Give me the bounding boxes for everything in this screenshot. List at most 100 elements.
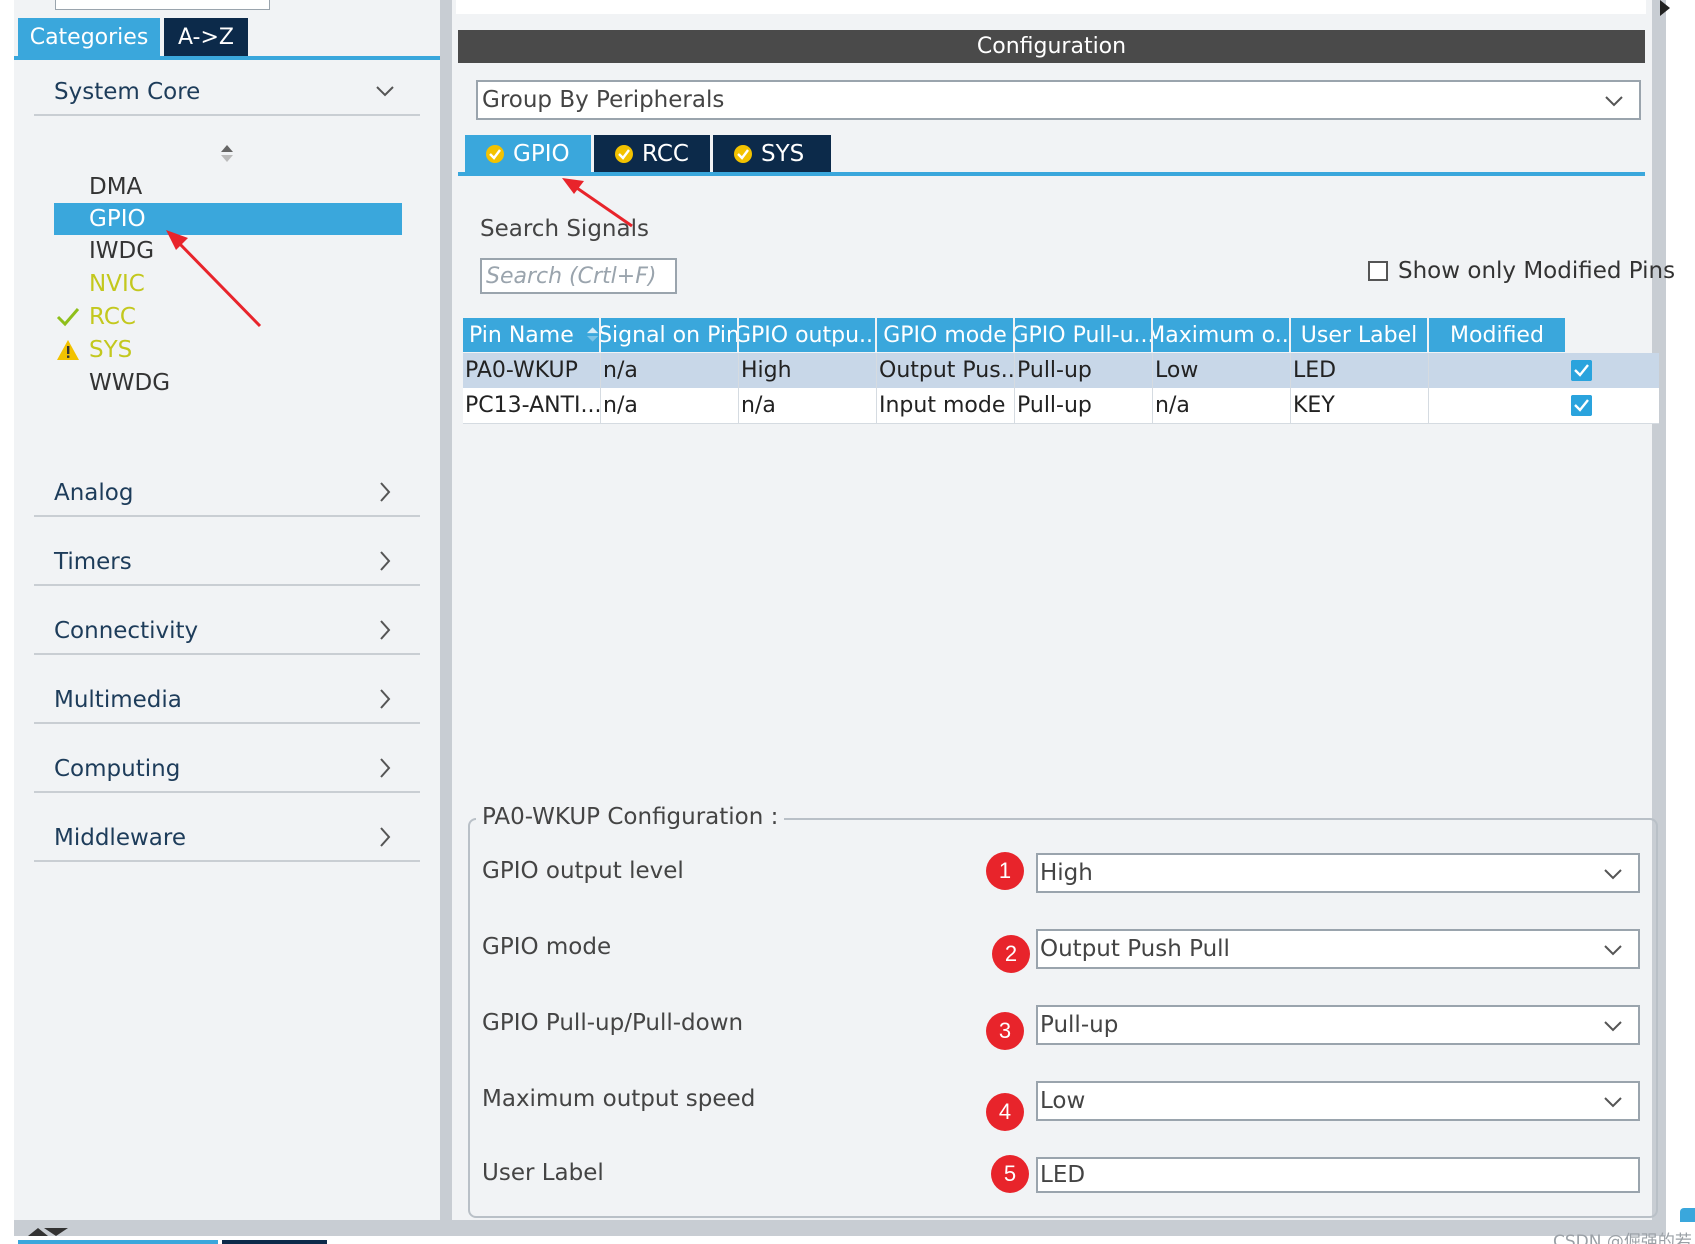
max-speed-select[interactable]: Low xyxy=(1036,1081,1640,1121)
table-row[interactable]: PA0-WKUP n/a High Output Pus... Pull-up … xyxy=(463,353,1659,388)
select-value: Low xyxy=(1040,1088,1086,1114)
category-label: Multimedia xyxy=(54,687,182,713)
field-label-pull: GPIO Pull-up/Pull-down xyxy=(482,1010,744,1036)
table-row[interactable]: PC13-ANTI... n/a n/a Input mode Pull-up … xyxy=(463,388,1659,423)
chevron-right-icon xyxy=(380,620,391,640)
corner-tab[interactable] xyxy=(1680,1208,1695,1222)
chevron-down-icon xyxy=(1604,945,1622,956)
bottom-tab[interactable] xyxy=(222,1240,327,1244)
core-item-dma[interactable]: DMA xyxy=(54,171,402,203)
check-icon xyxy=(56,308,80,327)
pull-select[interactable]: Pull-up xyxy=(1036,1005,1640,1045)
column-maximum-output[interactable]: Maximum o... xyxy=(1153,318,1289,352)
column-label: GPIO Pull-u... xyxy=(1015,322,1151,348)
column-label: Pin Name xyxy=(469,322,574,348)
bottom-scroll-bar[interactable] xyxy=(14,1220,1666,1236)
chevron-right-icon xyxy=(380,551,391,571)
user-label-input[interactable]: LED xyxy=(1036,1157,1640,1193)
core-item-label: WWDG xyxy=(89,370,171,396)
tab-categories[interactable]: Categories xyxy=(18,18,160,56)
tab-categories-label: Categories xyxy=(29,24,149,50)
core-item-nvic[interactable]: NVIC xyxy=(54,268,402,300)
core-item-rcc[interactable]: RCC xyxy=(54,301,402,333)
pin-configuration-legend: PA0-WKUP Configuration : xyxy=(476,804,785,830)
column-modified[interactable]: Modified xyxy=(1429,318,1565,352)
chevron-down-icon xyxy=(376,86,394,97)
column-gpio-mode[interactable]: GPIO mode xyxy=(877,318,1013,352)
category-label: Analog xyxy=(54,480,134,506)
column-user-label[interactable]: User Label xyxy=(1291,318,1427,352)
category-label: Computing xyxy=(54,756,181,782)
annotation-badge: 1 xyxy=(986,852,1024,890)
category-label: Connectivity xyxy=(54,618,199,644)
column-signal-on-pin[interactable]: Signal on Pin xyxy=(601,318,737,352)
core-item-sys[interactable]: SYS xyxy=(54,334,402,366)
sort-icon[interactable] xyxy=(218,143,236,165)
tabbar-underline xyxy=(14,56,440,60)
core-item-label: IWDG xyxy=(89,238,155,264)
chevron-down-icon xyxy=(1604,1097,1622,1108)
chevron-right-icon xyxy=(380,758,391,778)
chevron-right-icon xyxy=(380,482,391,502)
chevron-down-icon xyxy=(1605,96,1623,107)
category-connectivity[interactable]: Connectivity xyxy=(34,609,420,655)
field-label-gpio-mode: GPIO mode xyxy=(482,934,612,960)
search-signals-label: Search Signals xyxy=(480,216,649,242)
field-label-max-speed: Maximum output speed xyxy=(482,1086,756,1112)
category-system-core[interactable]: System Core xyxy=(34,70,420,116)
core-item-iwdg[interactable]: IWDG xyxy=(54,235,402,267)
cell-user-label: LED xyxy=(1291,353,1429,388)
tab-sys[interactable]: SYS xyxy=(713,135,831,173)
annotation-badge: 4 xyxy=(986,1093,1024,1131)
field-label-output-level: GPIO output level xyxy=(482,858,684,884)
watermark: CSDN @倔强的若 xyxy=(1553,1232,1692,1244)
column-gpio-output[interactable]: GPIO outpu... xyxy=(739,318,875,352)
show-modified-checkbox[interactable] xyxy=(1368,261,1388,281)
cell-gpio-pull: Pull-up xyxy=(1015,388,1153,423)
cell-signal: n/a xyxy=(601,353,739,388)
show-modified-label: Show only Modified Pins xyxy=(1398,258,1676,284)
column-label: Modified xyxy=(1450,322,1544,348)
select-value: High xyxy=(1040,860,1093,886)
tab-gpio[interactable]: GPIO xyxy=(465,135,591,173)
column-pin-name[interactable]: Pin Name xyxy=(463,318,599,352)
tab-rcc[interactable]: RCC xyxy=(594,135,710,173)
category-middleware[interactable]: Middleware xyxy=(34,816,420,862)
output-level-select[interactable]: High xyxy=(1036,853,1640,893)
column-gpio-pull[interactable]: GPIO Pull-u... xyxy=(1015,318,1151,352)
top-search-field[interactable] xyxy=(55,0,270,10)
panel-divider[interactable] xyxy=(440,0,452,1220)
cell-gpio-output: n/a xyxy=(739,388,877,423)
sort-icon xyxy=(586,327,599,342)
checkbox-checked-icon[interactable] xyxy=(1571,360,1592,381)
core-item-label: NVIC xyxy=(89,271,145,297)
select-value: Output Push Pull xyxy=(1040,936,1230,962)
category-computing[interactable]: Computing xyxy=(34,747,420,793)
cell-gpio-pull: Pull-up xyxy=(1015,353,1153,388)
chevron-down-icon xyxy=(1604,1021,1622,1032)
checkbox-checked-icon[interactable] xyxy=(1571,395,1592,416)
category-analog[interactable]: Analog xyxy=(34,471,420,517)
tab-a-z[interactable]: A->Z xyxy=(164,18,248,56)
category-multimedia[interactable]: Multimedia xyxy=(34,678,420,724)
gpio-mode-select[interactable]: Output Push Pull xyxy=(1036,929,1640,969)
tab-a-z-label: A->Z xyxy=(177,24,234,50)
search-signals-input[interactable] xyxy=(480,258,677,294)
bottom-tab[interactable] xyxy=(18,1240,218,1244)
column-label: Maximum o... xyxy=(1153,322,1289,348)
configuration-title: Configuration xyxy=(458,30,1645,63)
warning-icon xyxy=(57,340,79,360)
cell-user-label: KEY xyxy=(1291,388,1429,423)
group-by-select[interactable]: Group By Peripherals xyxy=(476,80,1641,120)
core-item-label: DMA xyxy=(89,174,143,200)
annotation-badge: 3 xyxy=(986,1012,1024,1050)
check-circle-icon xyxy=(486,145,504,163)
core-item-label: GPIO xyxy=(89,206,146,232)
chevron-right-icon xyxy=(380,689,391,709)
cell-gpio-mode: Input mode xyxy=(877,388,1015,423)
cell-pin-name: PC13-ANTI... xyxy=(463,388,601,423)
core-item-gpio[interactable]: GPIO xyxy=(54,203,402,235)
category-timers[interactable]: Timers xyxy=(34,540,420,586)
core-item-wwdg[interactable]: WWDG xyxy=(54,367,402,399)
check-circle-icon xyxy=(615,145,633,163)
